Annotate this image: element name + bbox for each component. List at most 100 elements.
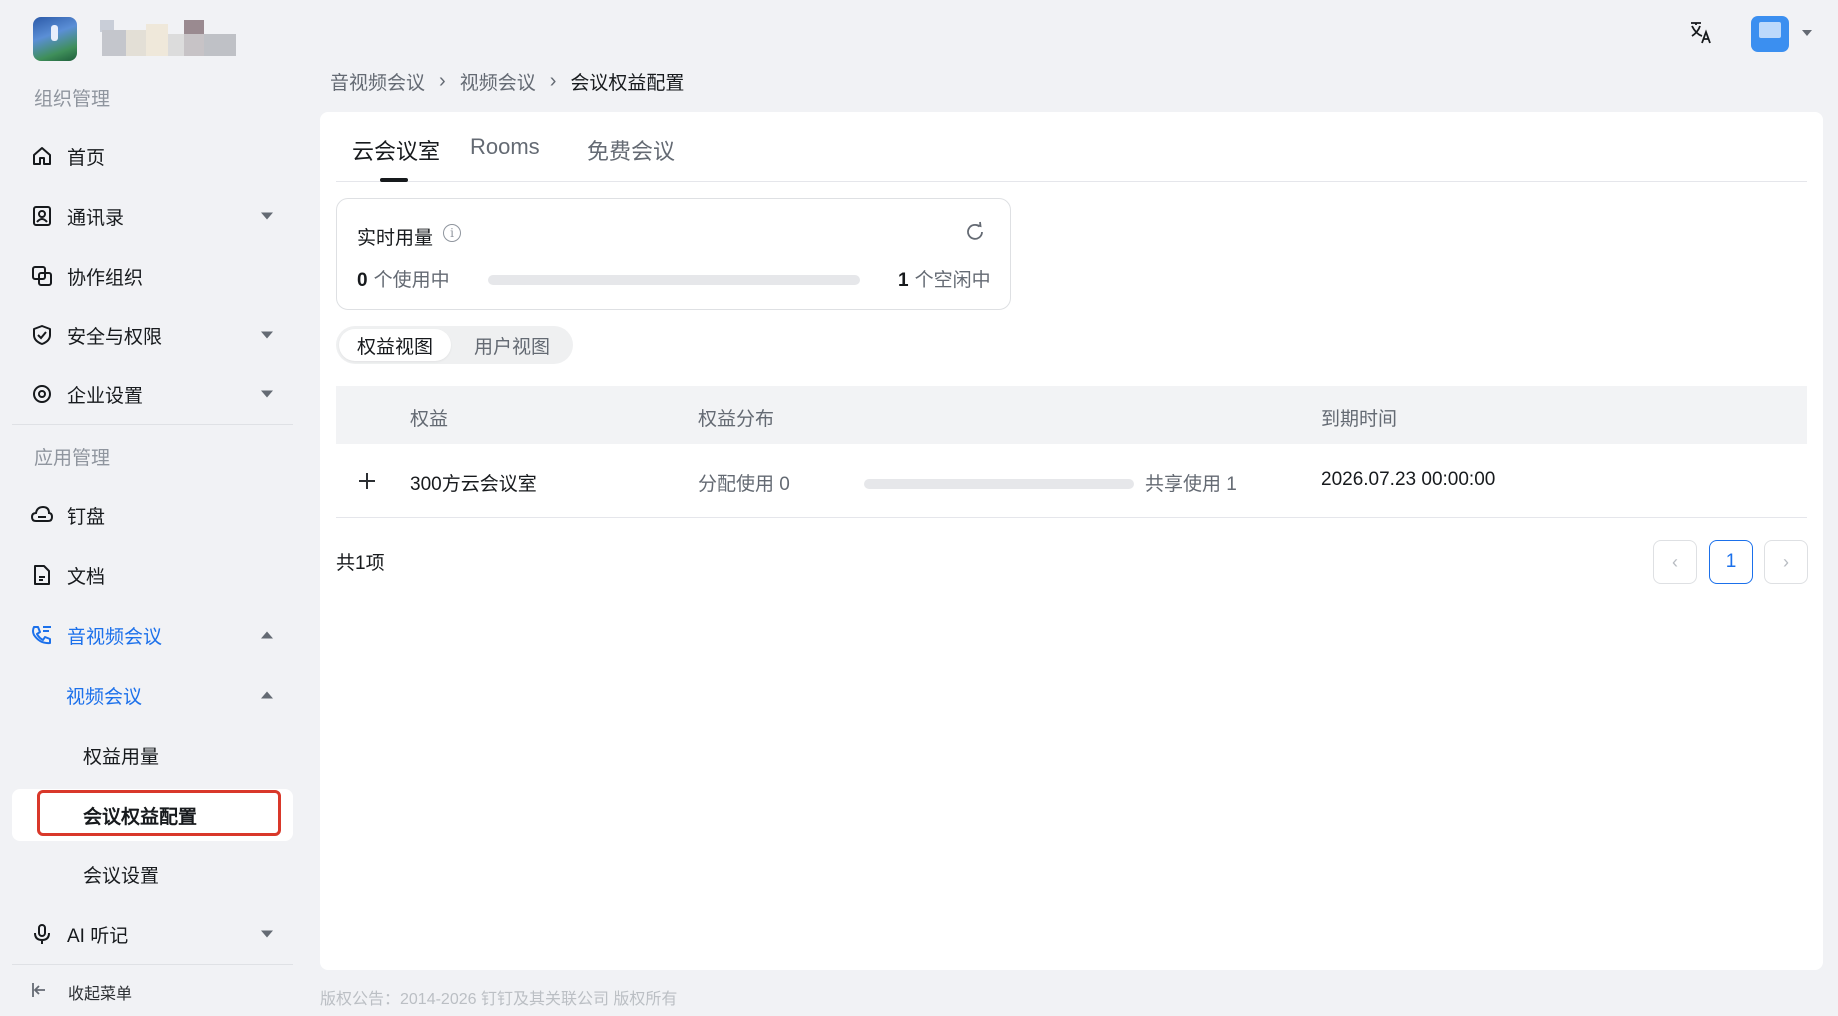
entitlement-table: 权益 权益分布 到期时间 300方云会议室 分配使用 0 共享使用 1 2026…	[336, 386, 1807, 518]
tab-ink-bar	[380, 178, 408, 182]
sidebar-item-docs[interactable]: 文档	[12, 549, 293, 601]
sidebar-item-label: 权益用量	[83, 746, 160, 768]
info-icon[interactable]: i	[443, 224, 461, 242]
idle-label: 个空闲中	[914, 270, 991, 291]
collapse-label: 收起菜单	[68, 986, 133, 1003]
sidebar-item-video-meeting[interactable]: 视频会议	[12, 669, 293, 721]
document-icon	[29, 562, 55, 588]
total-count: 共1项	[336, 553, 385, 574]
sidebar-item-label: 视频会议	[66, 686, 143, 708]
tab-rooms[interactable]: Rooms	[470, 134, 540, 160]
assigned-usage: 分配使用 0	[698, 474, 790, 495]
in-use-count: 0	[357, 270, 368, 291]
group-title-org: 组织管理	[34, 89, 111, 110]
shared-usage: 共享使用 1	[1145, 474, 1237, 495]
column-header: 权益	[410, 409, 449, 430]
usage-progress-bar	[488, 275, 860, 285]
breadcrumb-item[interactable]: 音视频会议	[330, 68, 425, 95]
breadcrumb-item[interactable]: 视频会议	[460, 68, 536, 95]
column-header: 到期时间	[1321, 409, 1398, 430]
realtime-usage-card: 实时用量 i 0 个使用中 1 个空闲中	[336, 198, 1011, 310]
collab-org-icon	[29, 263, 55, 289]
refresh-icon[interactable]	[964, 221, 986, 243]
sidebar-item-contacts[interactable]: 通讯录	[12, 190, 293, 242]
caret-down-icon[interactable]	[1802, 30, 1812, 36]
sidebar-item-ai-notes[interactable]: AI 听记	[12, 908, 293, 960]
sidebar-item-label: 企业设置	[67, 385, 144, 407]
user-view-button[interactable]: 用户视图	[452, 329, 572, 361]
translate-button[interactable]	[1686, 20, 1716, 50]
shield-icon	[29, 322, 55, 348]
caret-up-icon	[261, 631, 273, 639]
chevron-left-icon: ‹	[1672, 551, 1678, 572]
entitlement-name: 300方云会议室	[410, 474, 537, 495]
sidebar-item-security[interactable]: 安全与权限	[12, 309, 293, 361]
org-logo[interactable]	[33, 17, 77, 61]
sidebar-item-label: 通讯录	[67, 207, 125, 229]
table-row: 300方云会议室 分配使用 0 共享使用 1 2026.07.23 00:00:…	[336, 444, 1807, 518]
sidebar-item-label: 会议设置	[83, 865, 160, 887]
prev-page-button[interactable]: ‹	[1653, 540, 1697, 584]
caret-up-icon	[261, 691, 273, 699]
in-use-label: 个使用中	[373, 270, 450, 291]
main-card: 云会议室 Rooms 免费会议 实时用量 i 0 个使用中 1 个空闲中 权益视图 …	[320, 112, 1823, 970]
usage-title: 实时用量	[357, 228, 434, 249]
sidebar-item-meeting-settings[interactable]: 会议设置	[12, 848, 293, 900]
sidebar-item-collab-org[interactable]: 协作组织	[12, 250, 293, 302]
tab-free-meeting[interactable]: 免费会议	[587, 134, 675, 166]
home-icon	[29, 143, 55, 169]
collapse-menu-button[interactable]: 收起菜单	[30, 980, 132, 1004]
chevron-right-icon: ›	[549, 70, 557, 92]
divider	[12, 424, 293, 425]
divider	[12, 964, 293, 965]
caret-down-icon	[261, 390, 273, 398]
usage-idle: 1 个空闲中	[898, 265, 991, 292]
settings-icon	[29, 381, 55, 407]
group-title-app: 应用管理	[34, 448, 111, 469]
sidebar-item-label: 协作组织	[67, 267, 144, 289]
translate-icon	[1688, 20, 1714, 51]
sidebar-item-label: 会议权益配置	[83, 806, 198, 828]
sidebar-item-meeting-entitlement-config[interactable]: 会议权益配置	[12, 789, 293, 841]
expire-time: 2026.07.23 00:00:00	[1321, 469, 1496, 490]
caret-down-icon	[261, 331, 273, 339]
chevron-right-icon: ›	[439, 70, 446, 92]
idle-count: 1	[898, 270, 909, 291]
sidebar-item-label: AI 听记	[67, 925, 129, 947]
cloud-drive-icon	[29, 502, 55, 528]
usage-in-use: 0 个使用中	[357, 265, 450, 292]
tabs: 云会议室 Rooms 免费会议	[336, 112, 1807, 182]
sidebar-item-drive[interactable]: 钉盘	[12, 489, 293, 541]
caret-down-icon	[261, 930, 273, 938]
sidebar-item-label: 文档	[67, 566, 106, 588]
collapse-icon	[30, 981, 48, 1004]
sidebar-item-enterprise-settings[interactable]: 企业设置	[12, 368, 293, 420]
table-header: 权益 权益分布 到期时间	[336, 386, 1807, 444]
entitlement-view-button[interactable]: 权益视图	[339, 329, 451, 361]
microphone-icon	[29, 921, 55, 947]
next-page-button[interactable]: ›	[1764, 540, 1808, 584]
sidebar-item-av-meeting[interactable]: 音视频会议	[12, 609, 293, 661]
sidebar-item-usage[interactable]: 权益用量	[12, 729, 293, 781]
contacts-icon	[29, 203, 55, 229]
sidebar: 组织管理 首页 通讯录 协作组织 安全与权限 企业设置 应用管理 钉盘 文档 音…	[0, 0, 300, 1016]
sidebar-item-label: 首页	[67, 147, 106, 169]
page-button[interactable]: 1	[1709, 540, 1753, 584]
phone-video-icon	[29, 622, 55, 648]
breadcrumb: 音视频会议 › 视频会议 › 会议权益配置	[330, 68, 684, 95]
footer-copyright: 版权公告：2014-2026 钉钉及其关联公司 版权所有	[320, 991, 678, 1008]
distribution-bar	[864, 479, 1134, 489]
breadcrumb-current: 会议权益配置	[570, 73, 685, 94]
sidebar-item-label: 安全与权限	[67, 326, 163, 348]
column-header: 权益分布	[698, 409, 775, 430]
sidebar-item-home[interactable]: 首页	[12, 130, 293, 182]
view-switch: 权益视图 用户视图	[336, 326, 573, 364]
avatar[interactable]	[1751, 16, 1789, 52]
sidebar-item-label: 钉盘	[67, 506, 106, 528]
org-name-redacted	[100, 20, 236, 56]
expand-plus-icon[interactable]	[358, 472, 376, 490]
sidebar-item-label: 音视频会议	[67, 626, 163, 648]
caret-down-icon	[261, 212, 273, 220]
chevron-right-icon: ›	[1783, 551, 1789, 572]
tab-cloud-room[interactable]: 云会议室	[352, 134, 440, 166]
